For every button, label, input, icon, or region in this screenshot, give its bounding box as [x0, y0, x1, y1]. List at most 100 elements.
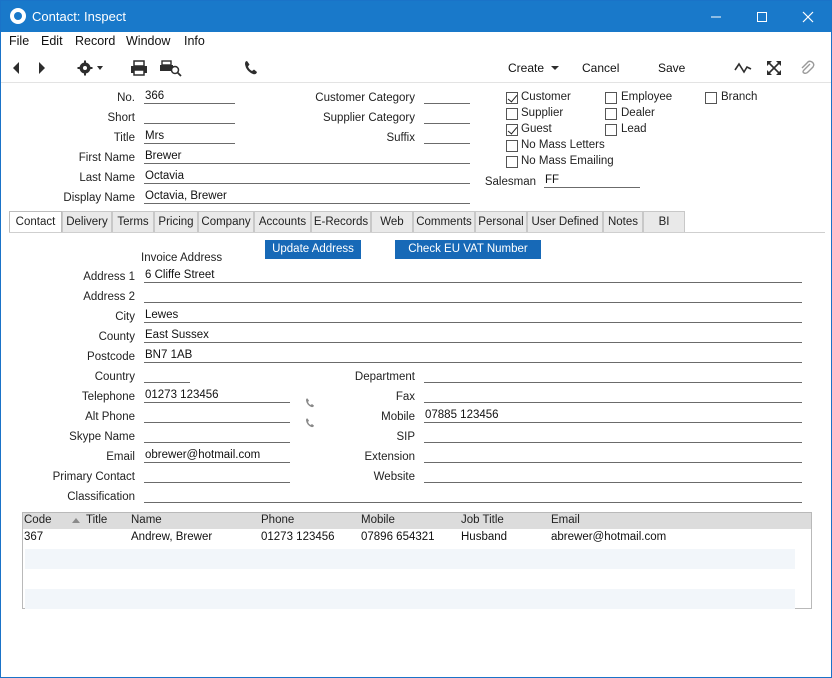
- guest-checkbox[interactable]: [506, 124, 518, 136]
- settings-menu-button[interactable]: [77, 59, 105, 77]
- title-field[interactable]: Mrs: [144, 130, 235, 144]
- alt-phone-call-button[interactable]: [304, 417, 316, 429]
- customer-checkbox-label: Customer: [521, 91, 571, 103]
- last-name-field[interactable]: Octavia: [144, 170, 470, 184]
- sip-field[interactable]: [424, 429, 802, 443]
- tab-user-defined[interactable]: User Defined: [527, 211, 603, 232]
- menu-file[interactable]: File: [9, 34, 29, 48]
- print-button[interactable]: [130, 59, 148, 77]
- supplier-checkbox[interactable]: [506, 108, 518, 120]
- column-header-title[interactable]: Title: [86, 514, 107, 526]
- tab-company[interactable]: Company: [198, 211, 254, 232]
- column-header-job-title[interactable]: Job Title: [461, 514, 504, 526]
- activity-button[interactable]: [734, 59, 752, 77]
- contact-inspect-window: Contact: Inspect File Edit Record Window…: [0, 0, 832, 678]
- maximize-button[interactable]: [739, 1, 785, 32]
- primary-contact-label: Primary Contact: [52, 471, 135, 483]
- supplier-checkbox-label: Supplier: [521, 107, 564, 119]
- save-button[interactable]: Save: [658, 61, 685, 75]
- menu-bar: File Edit Record Window Info: [1, 32, 831, 52]
- fax-field[interactable]: [424, 389, 802, 403]
- display-name-field[interactable]: Octavia, Brewer: [144, 190, 470, 204]
- employee-checkbox[interactable]: [605, 92, 617, 104]
- tab-bi[interactable]: BI: [643, 211, 685, 232]
- postcode-field[interactable]: BN7 1AB: [144, 349, 802, 363]
- next-record-button[interactable]: [33, 59, 51, 77]
- tab-delivery[interactable]: Delivery: [62, 211, 112, 232]
- employee-checkbox-label: Employee: [621, 91, 673, 103]
- column-header-phone[interactable]: Phone: [261, 514, 294, 526]
- empty-row[interactable]: [25, 589, 795, 609]
- tab-accounts[interactable]: Accounts: [254, 211, 311, 232]
- branch-checkbox[interactable]: [705, 92, 717, 104]
- short-field[interactable]: [144, 110, 235, 124]
- email-field[interactable]: obrewer@hotmail.com: [144, 449, 290, 463]
- suffix-field[interactable]: [424, 130, 470, 144]
- sort-ascending-icon: [72, 518, 80, 523]
- column-header-code[interactable]: Code: [24, 514, 52, 526]
- classification-field[interactable]: [144, 489, 802, 503]
- address1-field[interactable]: 6 Cliffe Street: [144, 269, 802, 283]
- tab-comments[interactable]: Comments: [413, 211, 475, 232]
- print-preview-icon: [160, 60, 182, 77]
- extension-field[interactable]: [424, 449, 802, 463]
- tab-personal[interactable]: Personal: [475, 211, 527, 232]
- attachments-button[interactable]: [798, 59, 816, 77]
- customer-checkbox[interactable]: [506, 92, 518, 104]
- menu-info[interactable]: Info: [184, 34, 205, 48]
- tab-web[interactable]: Web: [371, 211, 413, 232]
- lead-checkbox[interactable]: [605, 124, 617, 136]
- tab-pricing[interactable]: Pricing: [154, 211, 198, 232]
- column-header-name[interactable]: Name: [131, 514, 162, 526]
- update-address-button[interactable]: Update Address: [265, 240, 361, 259]
- telephone-call-button[interactable]: [304, 397, 316, 409]
- close-button[interactable]: [785, 1, 831, 32]
- dealer-checkbox[interactable]: [605, 108, 617, 120]
- salesman-field[interactable]: FF: [544, 174, 640, 188]
- create-menu-button[interactable]: Create: [508, 61, 560, 75]
- close-icon: [802, 11, 814, 23]
- tab-notes[interactable]: Notes: [603, 211, 643, 232]
- alt-phone-field[interactable]: [144, 409, 290, 423]
- skype-name-field[interactable]: [144, 429, 290, 443]
- supplier-category-field[interactable]: [424, 110, 470, 124]
- mobile-field[interactable]: 07885 123456: [424, 409, 802, 423]
- address2-field[interactable]: [144, 289, 802, 303]
- call-button[interactable]: [242, 59, 260, 77]
- tab-e-records[interactable]: E-Records: [311, 211, 371, 232]
- lead-checkbox-label: Lead: [621, 123, 647, 135]
- fullscreen-button[interactable]: [765, 59, 783, 77]
- telephone-field[interactable]: 01273 123456: [144, 389, 290, 403]
- primary-contact-field[interactable]: [144, 469, 290, 483]
- county-label: County: [98, 331, 135, 343]
- no-field[interactable]: 366: [144, 90, 235, 104]
- email-label: Email: [106, 451, 135, 463]
- window-title: Contact: Inspect: [32, 9, 126, 24]
- no-mass-letters-checkbox[interactable]: [506, 140, 518, 152]
- column-header-email[interactable]: Email: [551, 514, 580, 526]
- menu-edit[interactable]: Edit: [41, 34, 63, 48]
- minimize-button[interactable]: [693, 1, 739, 32]
- print-preview-button[interactable]: [159, 59, 183, 77]
- website-label: Website: [373, 471, 415, 483]
- city-field[interactable]: Lewes: [144, 309, 802, 323]
- check-eu-vat-button[interactable]: Check EU VAT Number: [395, 240, 541, 259]
- grid-header: Code Title Name Phone Mobile Job Title E…: [23, 513, 811, 529]
- previous-record-button[interactable]: [7, 59, 25, 77]
- empty-row[interactable]: [25, 549, 795, 569]
- country-field[interactable]: [144, 369, 190, 383]
- address2-label: Address 2: [83, 291, 135, 303]
- first-name-field[interactable]: Brewer: [144, 150, 470, 164]
- menu-record[interactable]: Record: [75, 34, 115, 48]
- department-field[interactable]: [424, 369, 802, 383]
- website-field[interactable]: [424, 469, 802, 483]
- county-field[interactable]: East Sussex: [144, 329, 802, 343]
- no-mass-emailing-checkbox[interactable]: [506, 156, 518, 168]
- phone-icon: [306, 418, 314, 428]
- cancel-button[interactable]: Cancel: [582, 61, 619, 75]
- tab-terms[interactable]: Terms: [112, 211, 154, 232]
- menu-window[interactable]: Window: [126, 34, 170, 48]
- customer-category-field[interactable]: [424, 90, 470, 104]
- tab-contact[interactable]: Contact: [9, 211, 62, 233]
- column-header-mobile[interactable]: Mobile: [361, 514, 395, 526]
